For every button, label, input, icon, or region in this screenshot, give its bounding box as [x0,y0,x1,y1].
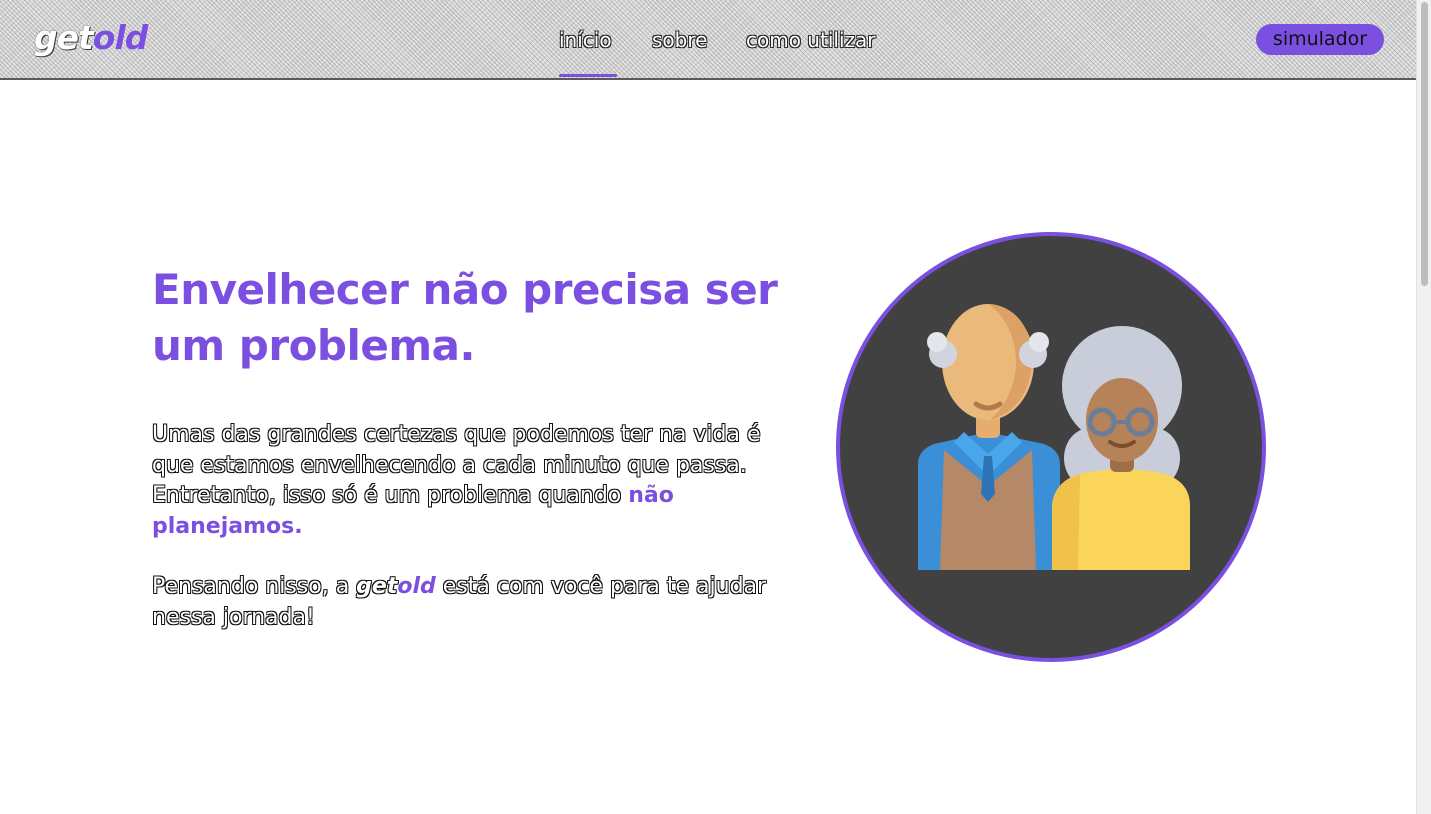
simulator-button[interactable]: simulador [1256,24,1384,55]
hero-paragraph-2-before: Pensando nisso, a [152,574,357,599]
inline-brand: getold [356,574,436,599]
inline-brand-get: get [356,574,398,599]
page-scrollbar[interactable] [1416,0,1431,814]
logo[interactable]: getold [34,18,149,58]
nav-link-como-utilizar[interactable]: como utilizar [746,28,875,52]
inline-brand-old: old [397,574,436,599]
scrollbar-thumb[interactable] [1421,2,1428,286]
logo-old: old [92,18,149,57]
logo-get: get [34,18,94,57]
hero-title: Envelhecer não precisa ser um problema. [152,265,778,370]
nav-link-sobre[interactable]: sobre [652,28,707,52]
hero-paragraph-2: Pensando nisso, a getold está com você p… [152,572,772,633]
hero-paragraph-1: Umas das grandes certezas que podemos te… [152,420,772,542]
elderly-couple-icon [918,304,1190,570]
navbar: getold início sobre como utilizar simula… [0,0,1416,80]
active-nav-indicator [559,74,617,77]
illustration-circle [836,232,1266,662]
nav-link-inicio[interactable]: início [559,28,612,52]
